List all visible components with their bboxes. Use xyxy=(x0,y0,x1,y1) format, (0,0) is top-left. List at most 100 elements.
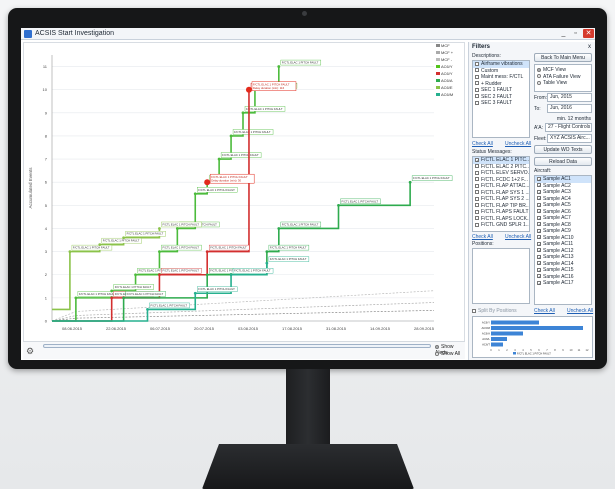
checkbox-icon: ✓ xyxy=(537,215,542,221)
point-label: F/CTL ELAC 1 PITCH FAULT xyxy=(162,246,199,250)
uncheck-all-link[interactable]: Uncheck All xyxy=(567,308,593,314)
event-point[interactable] xyxy=(193,291,197,295)
event-point[interactable] xyxy=(122,296,126,300)
description-item[interactable]: SEC 3 FAULT xyxy=(473,100,529,107)
y-tick-label: 4 xyxy=(45,226,48,231)
checkbox-icon xyxy=(475,164,479,169)
bar[interactable] xyxy=(491,342,503,347)
settings-icon[interactable]: ⚙ xyxy=(26,346,36,356)
event-point[interactable] xyxy=(277,65,281,68)
event-point[interactable] xyxy=(158,250,161,254)
event-point[interactable] xyxy=(408,180,412,184)
descriptions-list[interactable]: Airframe vibrations Custom Maint mess: F/C… xyxy=(472,60,530,138)
status-messages-list[interactable]: ✓ F/CTL ELAC 1 PITC... F/CTL ELAC 2 PITC..… xyxy=(472,156,530,232)
status-message-item[interactable]: F/CTL GND SPLR 1... xyxy=(473,222,529,229)
legend-item[interactable]: MCF + xyxy=(436,49,466,56)
check-all-link[interactable]: Check All xyxy=(534,308,555,314)
event-point[interactable] xyxy=(205,273,209,277)
alert-point[interactable] xyxy=(204,179,211,186)
update-wo-texts-button[interactable]: Update WO Texts xyxy=(534,145,592,154)
legend-swatch xyxy=(436,79,440,83)
checkbox-icon xyxy=(475,196,479,201)
bar[interactable] xyxy=(491,326,583,330)
aircraft-item-label: Sample AC3 xyxy=(543,189,571,195)
events-line-chart[interactable]: 0 1 2 3 4 5 6 7 8 9 10 11 Accumulated Events 08.06.20… xyxy=(23,42,465,342)
check-all-link[interactable]: Check All xyxy=(472,234,493,240)
event-point[interactable] xyxy=(74,296,78,300)
close-button[interactable]: ✕ xyxy=(583,29,594,38)
legend-item[interactable]: AC6/Y xyxy=(436,70,466,77)
ata-select[interactable]: 27 - Flight Controls xyxy=(545,123,592,132)
event-point[interactable] xyxy=(110,296,114,300)
minimize-button[interactable]: _ xyxy=(558,29,569,38)
event-point[interactable] xyxy=(68,250,72,254)
legend-item[interactable]: AC6/Y xyxy=(436,63,466,70)
event-point[interactable] xyxy=(134,273,137,277)
bar[interactable] xyxy=(491,320,539,325)
chart-legend: MCF MCF + MCF - AC6/Y AC6/Y AC6/A AC6/E AC6/M xyxy=(436,42,466,102)
bar-category-label: AC6/Y xyxy=(482,321,490,325)
checkbox-icon xyxy=(475,94,479,99)
aircraft-item-label: Sample AC8 xyxy=(543,221,571,228)
event-point[interactable] xyxy=(229,273,233,277)
y-tick-label: 9 xyxy=(45,110,48,115)
event-point[interactable] xyxy=(98,243,102,247)
point-label: F/CTL ELAC 1 PITCH FAULT xyxy=(342,199,379,203)
check-all-link[interactable]: Check All xyxy=(472,141,493,147)
alert-point[interactable] xyxy=(245,86,252,93)
legend-label: AC6/A xyxy=(441,78,453,83)
event-point[interactable] xyxy=(122,236,126,240)
checkbox-icon xyxy=(475,177,479,182)
uncheck-all-link[interactable]: Uncheck All xyxy=(505,141,531,147)
timeline-slider[interactable] xyxy=(43,344,431,348)
event-point[interactable] xyxy=(193,192,197,196)
maximize-button[interactable]: ▫ xyxy=(570,29,581,38)
reload-data-button[interactable]: Reload Data xyxy=(534,157,592,166)
fleet-select[interactable]: XYZ ACSIS Airc... xyxy=(547,134,592,143)
filters-close-icon[interactable]: x xyxy=(588,44,591,50)
point-label: F/CTL ELAC 1 PITCH FAULT xyxy=(79,292,116,296)
radio-icon xyxy=(435,351,439,356)
point-label: F/CTL ELAC 1 PITCH FAULT xyxy=(234,269,271,273)
descriptions-label: Descriptions: xyxy=(472,53,501,59)
event-point[interactable] xyxy=(277,227,281,230)
event-point[interactable] xyxy=(265,261,269,265)
event-series-line xyxy=(52,66,280,322)
from-date-field[interactable]: Jun, 2015 xyxy=(547,93,592,102)
event-point[interactable] xyxy=(110,289,114,293)
show-all-option[interactable]: Show All xyxy=(435,351,460,357)
event-point[interactable] xyxy=(175,227,179,230)
positions-list[interactable] xyxy=(472,248,530,304)
view-option[interactable]: Table View xyxy=(535,80,591,87)
checkbox-icon xyxy=(475,74,479,79)
legend-item[interactable]: MCF xyxy=(436,42,466,49)
description-item-label: SEC 3 FAULT xyxy=(481,100,513,106)
legend-item[interactable]: AC6/E xyxy=(436,84,466,91)
to-date-field[interactable]: Jun, 2016 xyxy=(547,104,592,113)
event-point[interactable] xyxy=(241,111,245,115)
x-tick-label: 28.09.2015 xyxy=(414,326,435,331)
legend-item[interactable]: AC6/A xyxy=(436,77,466,84)
uncheck-all-link[interactable]: Uncheck All xyxy=(505,234,531,240)
event-point[interactable] xyxy=(337,203,340,207)
aircraft-item[interactable]: ✓ Sample AC17 xyxy=(535,280,591,287)
event-point[interactable] xyxy=(265,250,269,254)
legend-item[interactable]: AC6/M xyxy=(436,91,466,98)
legend-label: MCF xyxy=(441,43,450,48)
event-point[interactable] xyxy=(158,227,161,230)
split-by-positions[interactable]: Split By Positions xyxy=(472,308,517,314)
point-label: F/CTL ELAC 1 PITCH FAULT xyxy=(246,107,283,111)
legend-item[interactable]: MCF - xyxy=(436,56,466,63)
event-point[interactable] xyxy=(229,134,233,138)
status-message-item-label: F/CTL ELAC 1 PITC... xyxy=(481,157,529,163)
bar[interactable] xyxy=(491,337,507,341)
y-tick-label: 5 xyxy=(45,203,48,208)
bar[interactable] xyxy=(491,331,523,336)
event-point[interactable] xyxy=(205,250,209,254)
bar-category-label: AC6/A xyxy=(482,332,490,336)
aircraft-list[interactable]: ✓ Sample AC1 ✓ Sample AC2 ✓ Sample AC3 ✓ Sample… xyxy=(534,175,592,305)
event-point[interactable] xyxy=(146,308,149,311)
event-point[interactable] xyxy=(217,157,221,161)
back-to-main-menu-button[interactable]: Back To Main Menu xyxy=(534,53,592,62)
event-point[interactable] xyxy=(158,273,161,277)
